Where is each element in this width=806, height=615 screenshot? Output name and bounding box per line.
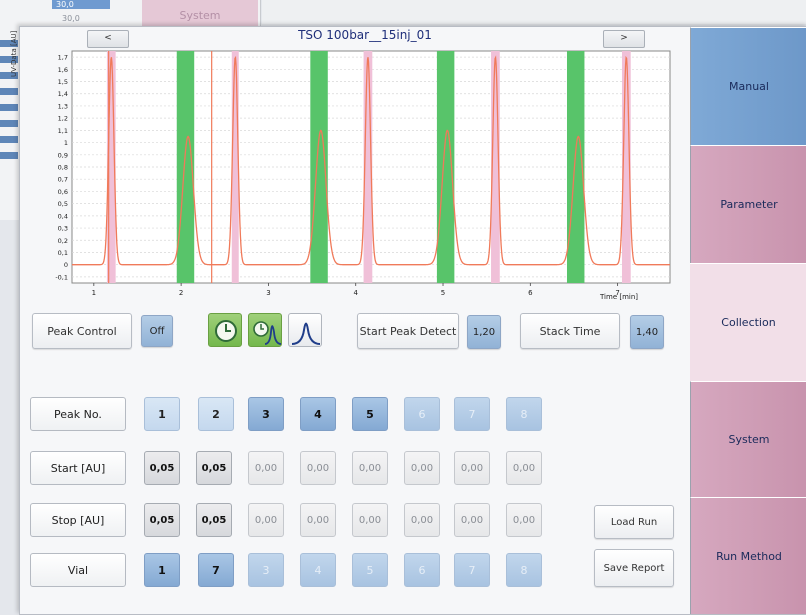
y-tick-label: 1,4 — [58, 90, 68, 98]
y-tick-label: 1,5 — [58, 78, 68, 86]
sidebar-item-manual[interactable]: Manual — [690, 27, 806, 145]
stop-value-cell[interactable]: 0,00 — [404, 503, 440, 537]
peak-icon — [291, 322, 321, 345]
stop-value-cell[interactable]: 0,00 — [454, 503, 490, 537]
y-tick-label: 0,3 — [58, 225, 68, 233]
peak-number-cell[interactable]: 1 — [144, 397, 180, 431]
y-tick-label: 0,6 — [58, 188, 68, 196]
y-tick-label: -0,1 — [55, 273, 68, 281]
vial-cell[interactable]: 3 — [248, 553, 284, 587]
save-report-button[interactable]: Save Report — [594, 549, 674, 587]
x-tick-label: 4 — [353, 289, 358, 297]
y-tick-label: 0,2 — [58, 237, 68, 245]
clock-peak-icon — [253, 321, 282, 345]
peak-mode-button[interactable] — [288, 313, 322, 347]
load-run-button[interactable]: Load Run — [594, 505, 674, 539]
background-row — [0, 104, 18, 111]
vial-cell[interactable]: 7 — [454, 553, 490, 587]
peak-number-cell[interactable]: 8 — [506, 397, 542, 431]
vial-cell[interactable]: 1 — [144, 553, 180, 587]
y-tick-label: 1 — [64, 139, 68, 147]
background-row — [0, 88, 18, 95]
row-label-start[interactable]: Start [AU] — [30, 451, 126, 485]
background-table-value: 30,0 — [62, 14, 80, 23]
stop-value-cell[interactable]: 0,05 — [196, 503, 232, 537]
y-tick-label: 1,1 — [58, 127, 68, 135]
chart-prev-button[interactable]: < — [87, 30, 129, 48]
stop-value-cell[interactable]: 0,05 — [144, 503, 180, 537]
stop-value-cell[interactable]: 0,00 — [248, 503, 284, 537]
vial-cell[interactable]: 8 — [506, 553, 542, 587]
row-label-stop[interactable]: Stop [AU] — [30, 503, 126, 537]
stop-value-cell[interactable]: 0,00 — [300, 503, 336, 537]
start-value-cell[interactable]: 0,00 — [248, 451, 284, 485]
sidebar-item-parameter[interactable]: Parameter — [690, 145, 806, 263]
y-tick-label: 1,6 — [58, 66, 68, 74]
peak-number-cell[interactable]: 2 — [198, 397, 234, 431]
start-value-cell[interactable]: 0,05 — [196, 451, 232, 485]
x-tick-label: 1 — [92, 289, 96, 297]
y-tick-label: 0,9 — [58, 151, 68, 159]
peak-number-cell[interactable]: 5 — [352, 397, 388, 431]
peak-number-cell[interactable]: 6 — [404, 397, 440, 431]
row-label-peak-no[interactable]: Peak No. — [30, 397, 126, 431]
stack-time-button[interactable]: Stack Time — [520, 313, 620, 349]
vial-cell[interactable]: 6 — [404, 553, 440, 587]
uv-chart[interactable]: -0,1 0 0,1 0,2 0,3 0,4 0,5 0,6 0,7 0,8 0,9 1 1,1 1,2 1… — [20, 47, 690, 303]
peak-number-cell[interactable]: 7 — [454, 397, 490, 431]
x-tick-label: 2 — [179, 289, 183, 297]
peak-number-cell[interactable]: 4 — [300, 397, 336, 431]
background-row — [0, 152, 18, 159]
vial-cell[interactable]: 7 — [198, 553, 234, 587]
start-peak-detect-value[interactable]: 1,20 — [467, 315, 501, 349]
y-tick-label: 1,2 — [58, 115, 68, 123]
start-value-cell[interactable]: 0,00 — [352, 451, 388, 485]
start-value-cell[interactable]: 0,00 — [506, 451, 542, 485]
x-tick-label: 3 — [266, 289, 270, 297]
y-tick-label: 0,4 — [58, 212, 68, 220]
y-tick-label: 0,8 — [58, 164, 68, 172]
background-row — [0, 136, 18, 143]
clock-mode-button[interactable] — [208, 313, 242, 347]
y-tick-label: 0,7 — [58, 176, 68, 184]
collection-window: < TSO 100bar__15inj_01 > -0,1 0 0,1 0,2 0,3 0… — [10, 26, 806, 615]
y-tick-label: 0,5 — [58, 200, 68, 208]
row-label-vial[interactable]: Vial — [30, 553, 126, 587]
vial-cell[interactable]: 5 — [352, 553, 388, 587]
clock-icon — [215, 320, 237, 342]
start-value-cell[interactable]: 0,05 — [144, 451, 180, 485]
x-tick-label: 6 — [528, 289, 533, 297]
peak-control-toggle[interactable]: Off — [141, 315, 173, 347]
vial-cell[interactable]: 4 — [300, 553, 336, 587]
sidebar-item-run-method[interactable]: Run Method — [690, 497, 806, 614]
y-tick-label: 0,1 — [58, 249, 68, 257]
background-table-header: 30,0 — [52, 0, 110, 9]
start-peak-detect-button[interactable]: Start Peak Detect — [357, 313, 459, 349]
pink-window — [231, 51, 239, 283]
x-axis-label: Time [min] — [600, 293, 639, 301]
chart-title: TSO 100bar__15inj_01 — [298, 28, 432, 42]
sidebar-item-collection[interactable]: Collection — [690, 263, 806, 381]
start-value-cell[interactable]: 0,00 — [300, 451, 336, 485]
sidebar-item-system[interactable]: System — [690, 381, 806, 497]
peak-control-button[interactable]: Peak Control — [32, 313, 132, 349]
stop-value-cell[interactable]: 0,00 — [506, 503, 542, 537]
peak-number-cell[interactable]: 3 — [248, 397, 284, 431]
start-value-cell[interactable]: 0,00 — [404, 451, 440, 485]
chart-next-button[interactable]: > — [603, 30, 645, 48]
background-row — [0, 120, 18, 127]
background-strip — [262, 0, 806, 24]
start-value-cell[interactable]: 0,00 — [454, 451, 490, 485]
y-tick-label: 0 — [64, 261, 68, 269]
y-tick-label: 1,7 — [58, 54, 68, 62]
stop-value-cell[interactable]: 0,00 — [352, 503, 388, 537]
clock-peak-mode-button[interactable] — [248, 313, 282, 347]
y-axis-label: UV-Data [AU] — [10, 30, 18, 77]
background-system-tab: System — [142, 0, 258, 26]
stack-time-value[interactable]: 1,40 — [630, 315, 664, 349]
x-tick-label: 5 — [441, 289, 445, 297]
y-tick-label: 1,3 — [58, 102, 68, 110]
